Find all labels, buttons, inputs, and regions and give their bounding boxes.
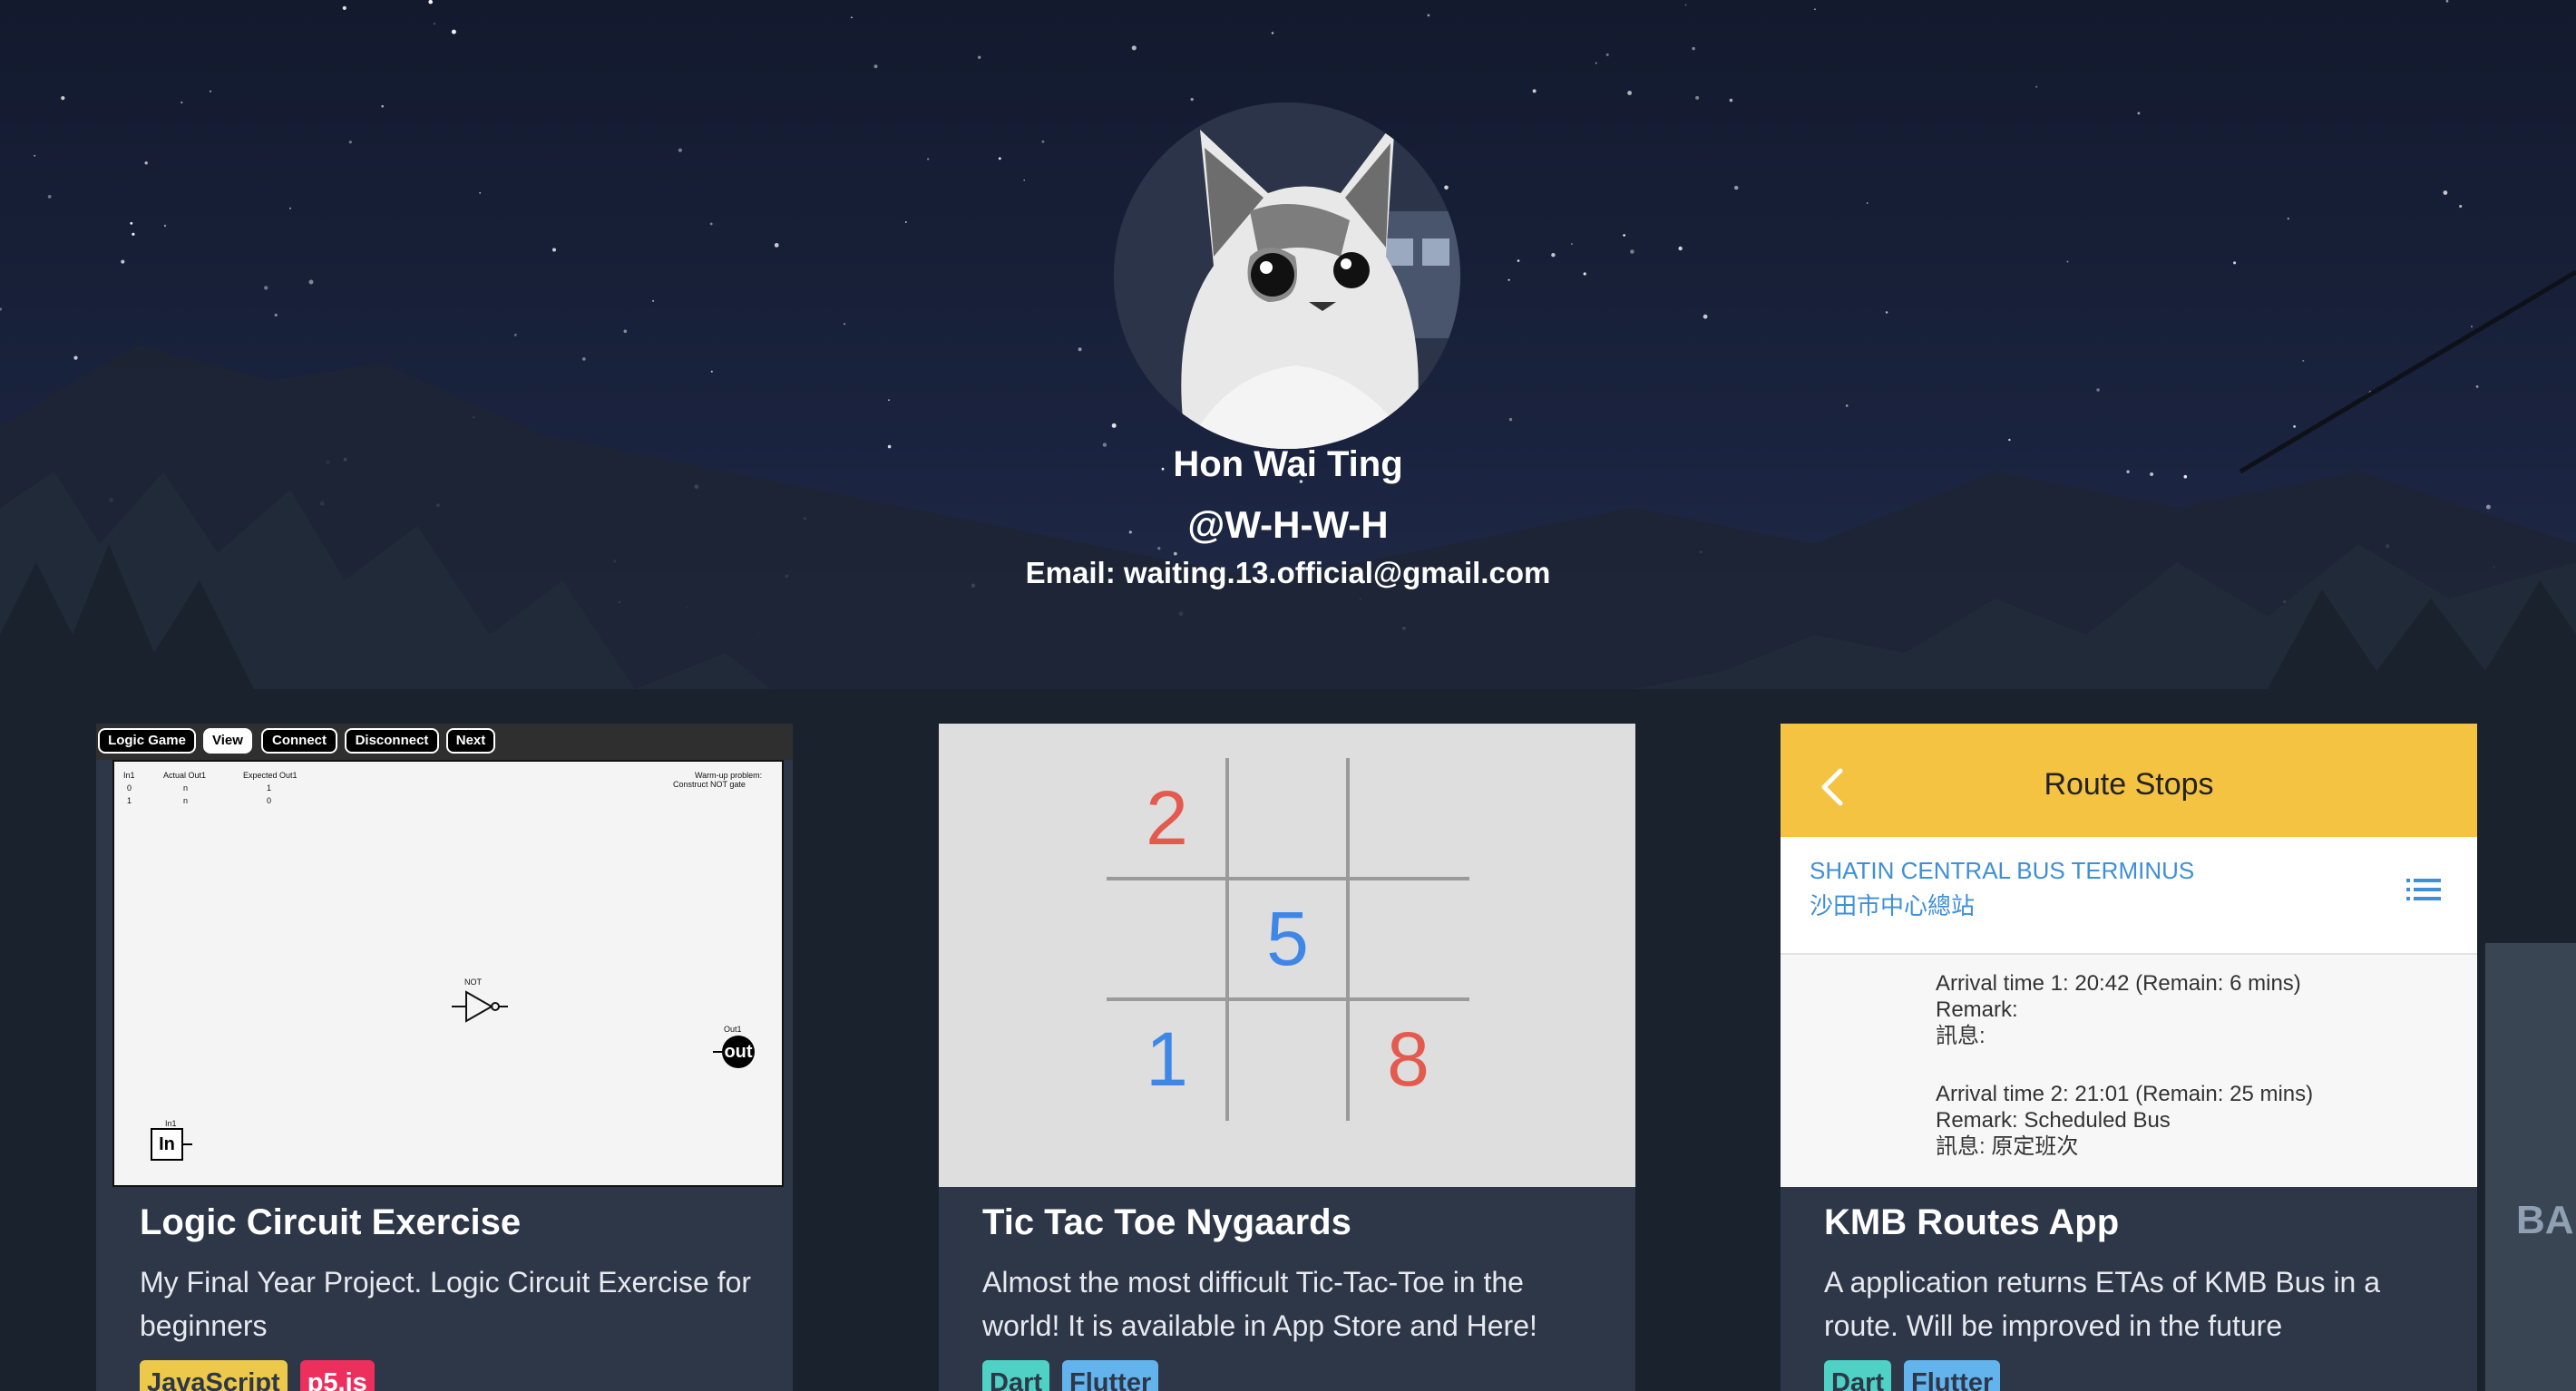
- next-button[interactable]: Next: [446, 728, 495, 754]
- board-cell[interactable]: 5: [1227, 879, 1348, 999]
- board-cell[interactable]: 2: [1107, 758, 1227, 879]
- input-wire: [183, 1143, 192, 1145]
- profile-handle: @W-H-W-H: [1187, 503, 1389, 546]
- table-header-in1: In1: [123, 771, 135, 780]
- tic-tac-toe-board: 2518: [939, 724, 1635, 1187]
- tag-flutter: Flutter: [1062, 1360, 1159, 1391]
- project-card-tic-tac-toe[interactable]: 2518 Tic Tac Toe Nygaards Almost the mos…: [939, 724, 1635, 1391]
- stop-name-en: SHATIN CENTRAL BUS TERMINUS: [1810, 857, 2195, 884]
- project-card-kmb-routes[interactable]: Route Stops SHATIN CENTRAL BUS TERMINUS …: [1781, 724, 2477, 1391]
- project-card-logic-circuit[interactable]: Logic Game View Connect Disconnect Next …: [96, 724, 793, 1391]
- eta-2-message: 訊息: 原定班次: [1936, 1134, 2079, 1159]
- eta-2-remark: Remark: Scheduled Bus: [1936, 1108, 2171, 1133]
- tag-flutter: Flutter: [1904, 1360, 2001, 1391]
- kmb-stop-row[interactable]: SHATIN CENTRAL BUS TERMINUS 沙田市中心總站: [1781, 837, 2477, 955]
- table-cell: n: [183, 783, 189, 793]
- kmb-header-title: Route Stops: [2044, 767, 2214, 802]
- tag-list: JavaScript p5.js: [140, 1360, 375, 1391]
- output-label: Out1: [724, 1025, 742, 1034]
- tag-list: Dart Flutter: [982, 1360, 1159, 1391]
- table-cell: 1: [267, 783, 272, 793]
- project-preview-kmb: Route Stops SHATIN CENTRAL BUS TERMINUS …: [1781, 724, 2477, 1187]
- avatar: [1114, 102, 1460, 449]
- connect-button[interactable]: Connect: [261, 728, 337, 754]
- kmb-app-screen: Route Stops SHATIN CENTRAL BUS TERMINUS …: [1781, 724, 2477, 1187]
- table-cell: 1: [127, 796, 132, 805]
- tag-javascript: JavaScript: [140, 1360, 288, 1391]
- board-cell[interactable]: 1: [1107, 999, 1227, 1120]
- list-icon[interactable]: [2406, 877, 2443, 904]
- project-preview-logic-game: Logic Game View Connect Disconnect Next …: [96, 724, 793, 1187]
- project-description: Almost the most difficult Tic-Tac-Toe in…: [982, 1266, 1537, 1342]
- kmb-app-header: Route Stops: [1781, 724, 2477, 837]
- svg-text:BA: BA: [2516, 1198, 2574, 1242]
- gate-label: NOT: [464, 978, 482, 987]
- tag-list: Dart Flutter: [1824, 1360, 2001, 1391]
- problem-title: Warm-up problem:: [695, 771, 763, 780]
- project-title[interactable]: Logic Circuit Exercise: [140, 1202, 521, 1243]
- eta-1-remark: Remark:: [1936, 997, 2018, 1022]
- project-title[interactable]: KMB Routes App: [1824, 1202, 2119, 1243]
- input-node[interactable]: In: [151, 1128, 183, 1161]
- stop-name-zh: 沙田市中心總站: [1810, 892, 1976, 919]
- tag-p5js: p5.js: [299, 1360, 375, 1391]
- table-cell: 0: [127, 783, 132, 793]
- eta-1-time: Arrival time 1: 20:42 (Remain: 6 mins): [1936, 971, 2301, 996]
- eta-2-time: Arrival time 2: 21:01 (Remain: 25 mins): [1936, 1082, 2314, 1106]
- tag-dart: Dart: [982, 1360, 1050, 1391]
- output-node[interactable]: out: [722, 1036, 755, 1068]
- table-cell: n: [183, 796, 189, 805]
- table-header-actual: Actual Out1: [163, 771, 207, 780]
- logic-game-toolbar: Logic Game View Connect Disconnect Next: [96, 724, 793, 760]
- project-description: A application returns ETAs of KMB Bus in…: [1824, 1266, 2381, 1342]
- logic-canvas[interactable]: In1 Actual Out1 Expected Out1 0 n 1 1 n …: [112, 760, 784, 1187]
- tag-dart: Dart: [1824, 1360, 1892, 1391]
- board-cell[interactable]: 8: [1348, 999, 1469, 1120]
- project-title[interactable]: Tic Tac Toe Nygaards: [982, 1202, 1351, 1243]
- project-description: My Final Year Project. Logic Circuit Exe…: [140, 1266, 752, 1342]
- cat-avatar-icon: [1114, 102, 1460, 449]
- eta-1-message: 訊息:: [1936, 1024, 1986, 1048]
- output-wire: [713, 1051, 722, 1053]
- problem-text: Construct NOT gate: [673, 780, 746, 789]
- profile-name: Hon Wai Ting: [1173, 444, 1403, 484]
- table-header-expected: Expected Out1: [243, 771, 298, 780]
- input-label: In1: [165, 1119, 177, 1128]
- disconnect-button[interactable]: Disconnect: [345, 728, 439, 754]
- project-preview-tic-tac-toe: 2518: [939, 724, 1635, 1187]
- table-cell: 0: [267, 796, 272, 805]
- logic-game-button[interactable]: Logic Game: [98, 728, 196, 754]
- not-gate-icon[interactable]: [452, 988, 508, 1025]
- view-button[interactable]: View: [203, 728, 252, 754]
- profile-email: Email: waiting.13.official@gmail.com: [1025, 556, 1551, 589]
